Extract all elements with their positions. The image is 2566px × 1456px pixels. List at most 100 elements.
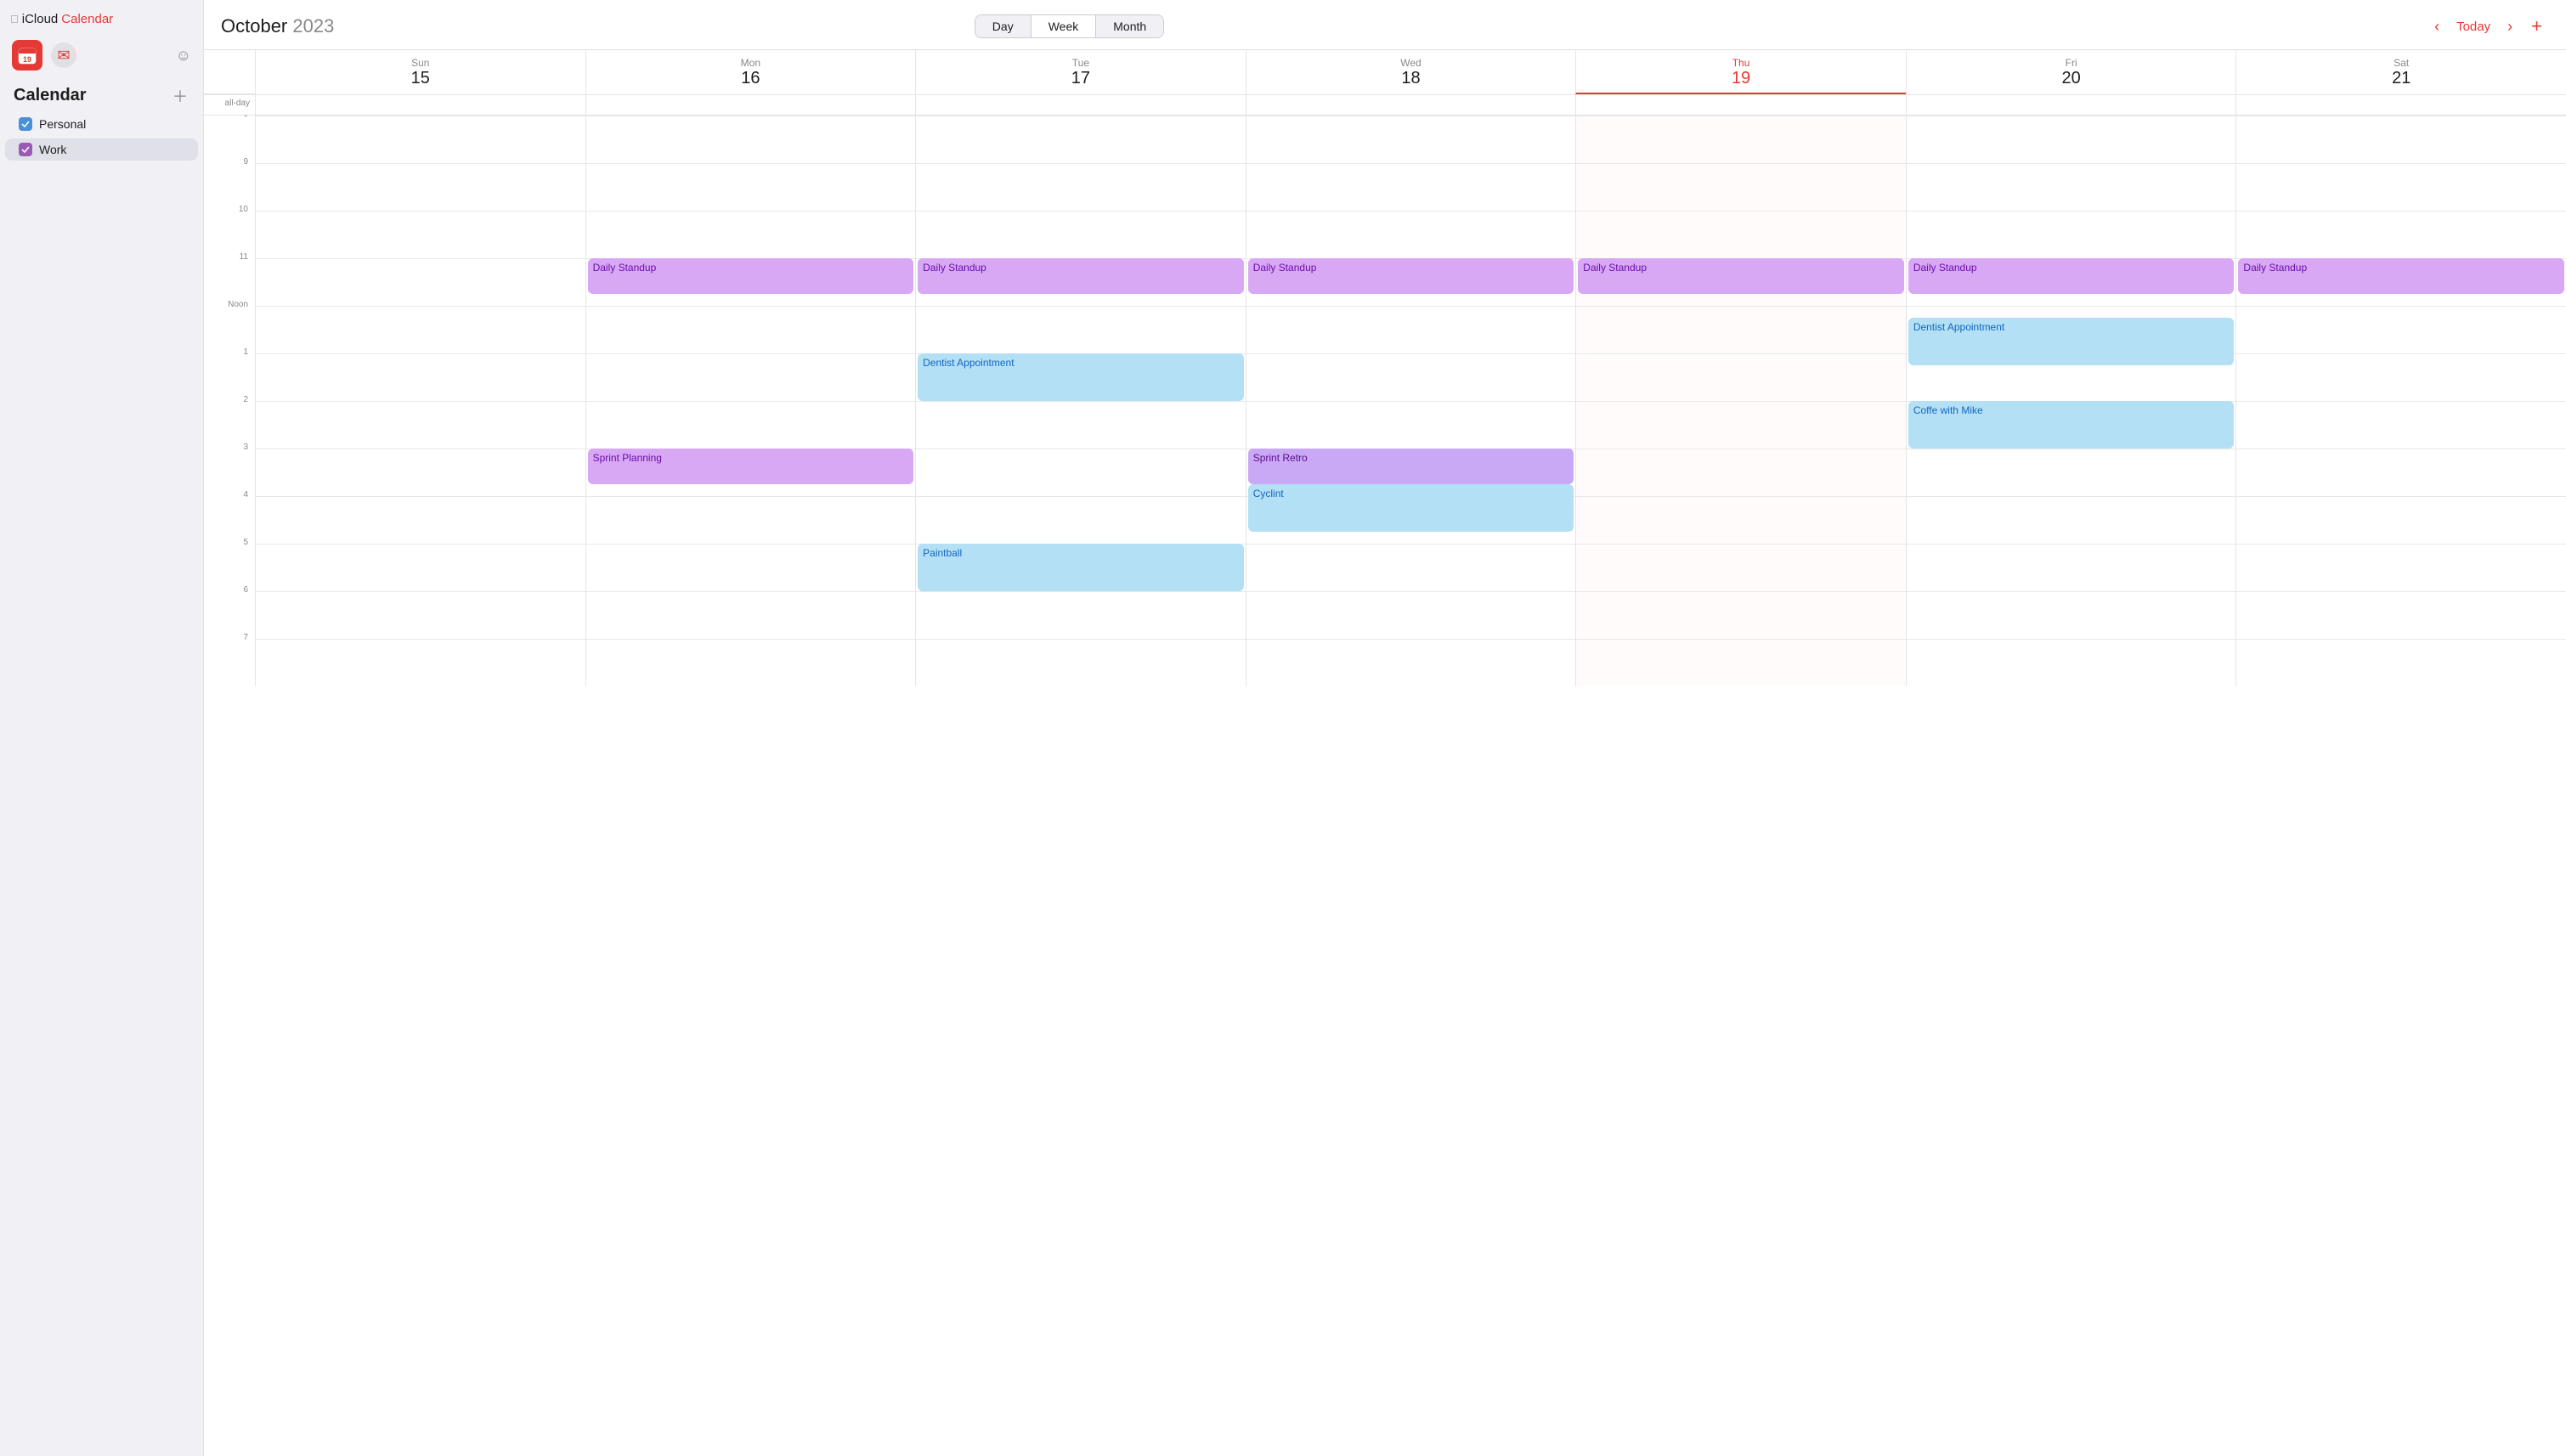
prev-button[interactable]: ‹ — [2428, 14, 2446, 39]
hour-divider — [586, 163, 916, 164]
day-col-wed: Daily Standup Sprint Retro Cyclint — [1246, 116, 1576, 686]
hour-divider — [1907, 211, 2236, 212]
day-header-thu[interactable]: Thu 19 — [1575, 50, 1906, 94]
event-sprint-mon[interactable]: Sprint Planning — [588, 449, 914, 484]
today-button[interactable]: Today — [2451, 16, 2495, 37]
hour-divider — [1576, 306, 1906, 307]
event-title-paintball: Paintball — [923, 547, 962, 559]
hour-divider — [256, 163, 585, 164]
event-standup-mon[interactable]: Daily Standup — [588, 258, 914, 294]
hour-divider — [916, 163, 1246, 164]
time-label-5: 5 — [204, 544, 255, 591]
hour-divider — [1576, 163, 1906, 164]
calendar-header: October 2023 Day Week Month ‹ Today › + — [204, 0, 2566, 50]
hour-divider — [916, 639, 1246, 640]
hour-divider — [1246, 639, 1576, 640]
time-gutter: 891011Noon1234567 — [204, 116, 255, 686]
work-label: Work — [39, 143, 184, 156]
allday-fri — [1906, 95, 2236, 115]
hour-divider — [2236, 163, 2566, 164]
hour-divider — [586, 591, 916, 592]
allday-tue — [915, 95, 1246, 115]
hour-divider — [256, 306, 585, 307]
main-calendar: October 2023 Day Week Month ‹ Today › + … — [204, 0, 2566, 1456]
hour-divider — [586, 401, 916, 402]
view-day-button[interactable]: Day — [975, 15, 1031, 37]
event-standup-sat[interactable]: Daily Standup — [2238, 258, 2564, 294]
work-checkbox[interactable] — [19, 143, 32, 156]
day-header-wed[interactable]: Wed 18 — [1246, 50, 1576, 94]
hour-divider — [1907, 544, 2236, 545]
calendar-text: Calendar — [61, 12, 113, 26]
hour-divider — [916, 306, 1246, 307]
event-standup-fri[interactable]: Daily Standup — [1908, 258, 2235, 294]
personal-label: Personal — [39, 117, 161, 131]
event-sprint-retro[interactable]: Sprint Retro — [1248, 449, 1574, 484]
hour-divider — [2236, 401, 2566, 402]
time-label-Noon: Noon — [204, 306, 255, 353]
time-label-4: 4 — [204, 496, 255, 544]
event-cyclint[interactable]: Cyclint — [1248, 484, 1574, 532]
day-header-mon[interactable]: Mon 16 — [585, 50, 916, 94]
day-col-tue: Daily Standup Dentist Appointment Paintbal… — [915, 116, 1246, 686]
event-coffe-fri[interactable]: Coffe with Mike — [1908, 401, 2235, 449]
time-label-10: 10 — [204, 211, 255, 258]
time-label-1: 1 — [204, 353, 255, 401]
hour-divider — [256, 353, 585, 354]
day-header-sat[interactable]: Sat 21 — [2235, 50, 2566, 94]
day-col-mon: Daily Standup Sprint Planning — [585, 116, 916, 686]
svg-text:19: 19 — [23, 55, 31, 64]
hour-divider — [1907, 639, 2236, 640]
calendar-title: October 2023 — [221, 15, 334, 37]
hour-divider — [586, 496, 916, 497]
mail-icon[interactable]: ✉ — [51, 42, 76, 68]
hour-divider — [2236, 353, 2566, 354]
hour-divider — [2236, 496, 2566, 497]
hour-divider — [586, 306, 916, 307]
add-calendar-button[interactable]: ＋ — [171, 87, 189, 105]
time-label-9: 9 — [204, 163, 255, 211]
add-event-button[interactable]: + — [2524, 12, 2549, 41]
allday-label: all-day — [204, 95, 255, 115]
time-label-6: 6 — [204, 591, 255, 639]
hour-divider — [256, 211, 585, 212]
hour-divider — [1246, 591, 1576, 592]
hour-divider — [1246, 544, 1576, 545]
event-standup-thu[interactable]: Daily Standup — [1578, 258, 1904, 294]
hour-divider — [1576, 496, 1906, 497]
event-standup-wed[interactable]: Daily Standup — [1248, 258, 1574, 294]
nav-controls: ‹ Today › + — [2428, 12, 2549, 41]
view-week-button[interactable]: Week — [1031, 15, 1097, 37]
icloud-logo:  iCloud Calendar — [10, 12, 113, 26]
hour-divider — [256, 401, 585, 402]
time-label-7: 7 — [204, 639, 255, 686]
calendar-app-icon[interactable]: 19 — [12, 40, 42, 71]
event-title-cyclint: Cyclint — [1253, 488, 1284, 499]
share-icon[interactable]: ☺ — [176, 47, 191, 65]
next-button[interactable]: › — [2501, 14, 2519, 39]
view-month-button[interactable]: Month — [1096, 15, 1163, 37]
day-col-sat: Daily Standup — [2235, 116, 2566, 686]
personal-checkbox[interactable] — [19, 117, 32, 131]
day-header-fri[interactable]: Fri 20 — [1906, 50, 2236, 94]
event-paintball[interactable]: Paintball — [918, 544, 1244, 591]
sidebar-item-personal[interactable]: Personal 👤 — [5, 111, 198, 137]
sidebar-item-work[interactable]: Work — [5, 138, 198, 161]
hour-divider — [1907, 496, 2236, 497]
day-header-sun[interactable]: Sun 15 — [255, 50, 585, 94]
hour-divider — [916, 496, 1246, 497]
hour-divider — [2236, 306, 2566, 307]
hour-divider — [256, 591, 585, 592]
day-header-tue[interactable]: Tue 17 — [915, 50, 1246, 94]
hour-divider — [1907, 591, 2236, 592]
day-col-fri: Daily Standup Dentist Appointment Coffe wi… — [1906, 116, 2236, 686]
hour-divider — [256, 639, 585, 640]
day-col-thu: Daily Standup — [1575, 116, 1906, 686]
event-title-standup-sat: Daily Standup — [2243, 262, 2307, 274]
event-title-standup-thu: Daily Standup — [1583, 262, 1647, 274]
event-title-dentist-tue: Dentist Appointment — [923, 357, 1014, 369]
view-toggle: Day Week Month — [975, 14, 1164, 38]
event-dentist-tue[interactable]: Dentist Appointment — [918, 353, 1244, 401]
event-dentist-fri[interactable]: Dentist Appointment — [1908, 318, 2235, 365]
event-standup-tue[interactable]: Daily Standup — [918, 258, 1244, 294]
